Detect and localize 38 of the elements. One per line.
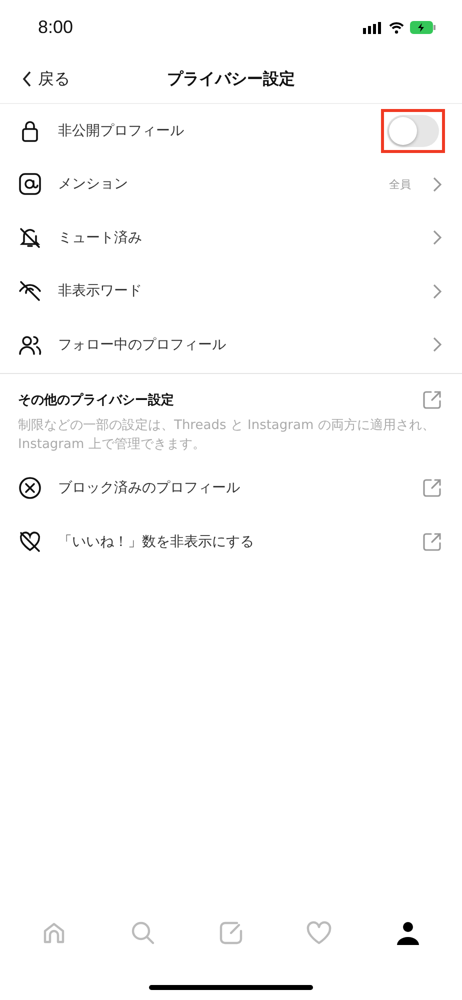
circle-x-icon [18,476,42,500]
chevron-right-icon [433,176,442,192]
chevron-right-icon [433,337,442,352]
settings-row[interactable]: 非公開プロフィール [0,104,462,158]
back-button[interactable]: 戻る [0,68,70,90]
external-link-icon [422,532,442,552]
external-link-icon[interactable] [422,390,442,410]
settings-row[interactable]: ミュート済み [0,211,462,264]
toggle-switch[interactable] [387,114,439,147]
row-label: フォロー中のプロフィール [58,336,227,354]
row-label: ブロック済みのプロフィール [58,479,241,498]
section-description: 制限などの一部の設定は、Threads と Instagram の両方に適用され、Instagram 上で管理できます。 [18,416,436,454]
row-label: メンション [58,175,129,194]
signal-icon [363,22,383,34]
status-time: 8:00 [38,17,74,38]
row-label: 非表示ワード [58,282,143,300]
chevron-right-icon [433,284,442,299]
battery-icon [410,21,436,34]
chevron-right-icon [433,230,442,246]
row-value: 全員 [389,176,411,192]
at-sign-icon [18,172,42,196]
section-title: その他のプライバシー設定 [18,392,174,408]
wifi-icon [389,22,404,34]
settings-row[interactable]: 「いいね！」数を非表示にする [0,515,462,568]
heart-off-icon [18,530,42,554]
settings-row[interactable]: 非表示ワード [0,264,462,318]
external-link-icon [422,478,442,498]
settings-row[interactable]: メンション 全員 [0,158,462,211]
eye-off-icon [18,279,42,304]
row-label: ミュート済み [58,228,143,247]
chevron-left-icon [22,71,32,87]
bell-off-icon [18,226,42,250]
settings-row[interactable]: ブロック済みのプロフィール [0,462,462,515]
settings-row[interactable]: フォロー中のプロフィール [0,318,462,372]
row-label: 非公開プロフィール [58,122,185,140]
heart-icon [305,919,334,947]
page-title: プライバシー設定 [167,68,295,90]
row-label: 「いいね！」数を非表示にする [58,532,255,551]
